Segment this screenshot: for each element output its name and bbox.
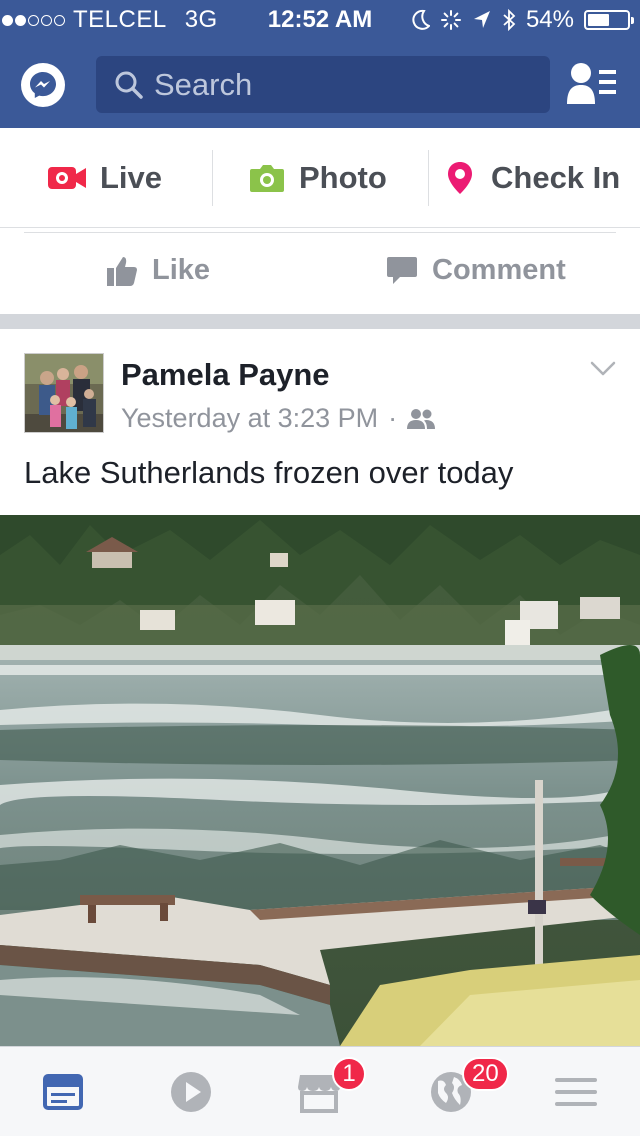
post-photo[interactable]	[0, 515, 640, 1046]
battery-percent: 54%	[525, 6, 574, 33]
meta-separator: ·	[388, 403, 398, 433]
search-icon	[115, 71, 143, 99]
post-author[interactable]: Pamela Payne	[121, 357, 330, 393]
live-label: Live	[100, 159, 163, 195]
video-icon[interactable]	[168, 1069, 214, 1115]
like-label: Like	[152, 254, 211, 286]
notifications-badge: 20	[462, 1057, 509, 1091]
battery-icon	[584, 10, 634, 30]
search-bar[interactable]	[96, 56, 550, 113]
post-text: Lake Sutherlands frozen over today	[24, 455, 514, 490]
post-timestamp[interactable]: Yesterday at 3:23 PM	[121, 403, 378, 434]
feed-separator	[0, 314, 640, 329]
chevron-down-icon[interactable]	[590, 361, 616, 377]
notifications-tab[interactable]: 20	[428, 1057, 509, 1115]
comment-button[interactable]: Comment	[386, 254, 566, 287]
search-input[interactable]	[154, 66, 534, 103]
location-pin-icon	[448, 161, 472, 194]
like-button[interactable]: Like	[106, 254, 210, 287]
photo-label: Photo	[299, 159, 387, 195]
live-button[interactable]: Live	[0, 128, 212, 227]
post-meta: Yesterday at 3:23 PM ·	[121, 403, 436, 434]
camera-icon	[250, 164, 284, 192]
messenger-icon[interactable]	[21, 63, 65, 107]
marketplace-tab[interactable]: 1	[296, 1057, 366, 1115]
top-bar: TELCEL 3G 12:52 AM 54%	[0, 0, 640, 128]
divider	[24, 232, 616, 233]
location-arrow-icon	[473, 11, 490, 28]
menu-icon[interactable]	[553, 1069, 599, 1115]
comment-bubble-icon	[387, 256, 417, 284]
do-not-disturb-icon	[412, 9, 430, 30]
post-header: Pamela Payne Yesterday at 3:23 PM · Lake…	[0, 329, 640, 515]
friends-icon	[407, 408, 436, 429]
composer-bar: Live Photo Check In	[0, 128, 640, 228]
news-feed-icon[interactable]	[41, 1069, 87, 1115]
previous-post-actions: Like Comment	[0, 232, 640, 314]
status-bar: TELCEL 3G 12:52 AM 54%	[0, 0, 640, 40]
check-in-label: Check In	[491, 159, 621, 195]
tab-bar: 1 20	[0, 1046, 640, 1136]
check-in-button[interactable]: Check In	[429, 128, 620, 227]
avatar[interactable]	[24, 353, 104, 433]
activity-spinner-icon	[440, 10, 461, 30]
marketplace-badge: 1	[332, 1057, 366, 1091]
friend-requests-icon[interactable]	[566, 62, 618, 106]
thumbs-up-icon	[107, 256, 137, 286]
photo-button[interactable]: Photo	[213, 128, 428, 227]
bluetooth-icon	[503, 8, 516, 32]
live-video-icon	[48, 166, 86, 189]
comment-label: Comment	[432, 254, 566, 286]
